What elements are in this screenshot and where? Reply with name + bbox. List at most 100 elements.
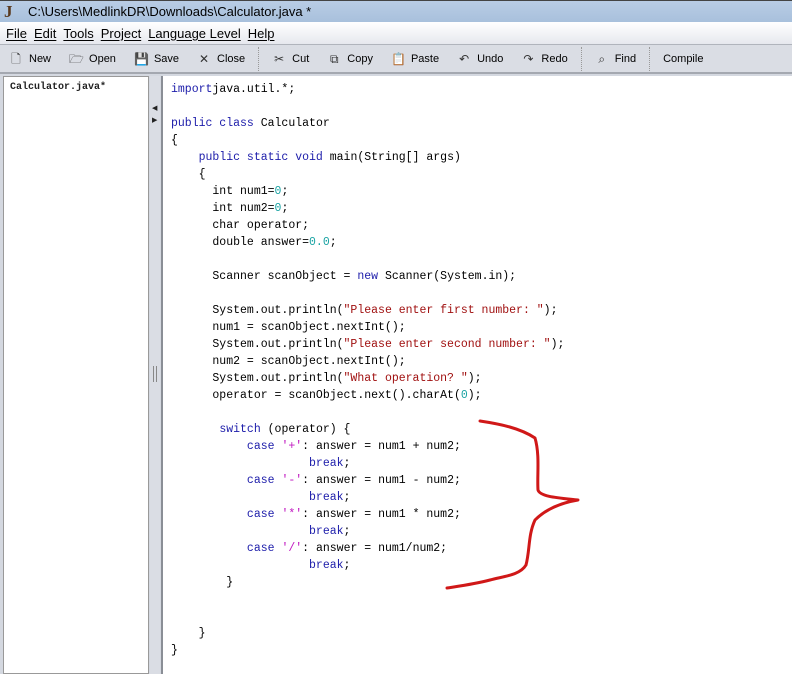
code-token: operator = scanObject.next().charAt( xyxy=(171,389,461,402)
menu-project[interactable]: Project xyxy=(101,26,141,41)
code-token: int num1= xyxy=(171,185,275,198)
code-token: "Please enter second number: " xyxy=(343,338,551,351)
new-file-icon: 🗋 xyxy=(11,51,21,66)
expand-right-arrow-icon[interactable]: ▶ xyxy=(152,116,157,124)
drjava-logo-icon: J xyxy=(4,1,13,21)
redo-button[interactable]: ↷ Redo xyxy=(512,47,576,71)
code-token: num2 = scanObject.nextInt(); xyxy=(171,355,406,368)
code-line: num1 = scanObject.nextInt(); xyxy=(171,319,564,336)
menu-tools[interactable]: Tools xyxy=(63,26,93,41)
code-line: { xyxy=(171,132,564,149)
cut-button[interactable]: ✂ Cut xyxy=(263,47,318,71)
button-label: Find xyxy=(614,52,637,65)
divider-grip[interactable] xyxy=(153,366,157,382)
code-line: char operator; xyxy=(171,217,564,234)
button-label: Undo xyxy=(477,52,504,65)
new-button[interactable]: 🗋 New xyxy=(0,47,60,71)
undo-icon: ↶ xyxy=(459,51,470,66)
code-token: : answer = num1 - num2; xyxy=(302,474,461,487)
copy-icon: ⧉ xyxy=(329,51,339,66)
code-token: } xyxy=(171,627,206,640)
code-token: ); xyxy=(550,338,565,351)
toolbar-separator xyxy=(580,46,582,71)
code-token: ; xyxy=(281,202,289,215)
code-token: double answer= xyxy=(171,236,310,249)
button-label: Redo xyxy=(541,52,568,65)
code-token: public static void xyxy=(198,151,323,164)
code-token: { xyxy=(171,134,178,147)
code-token: import xyxy=(171,83,213,96)
code-line: case '-': answer = num1 - num2; xyxy=(171,472,564,489)
code-token: (operator) { xyxy=(260,423,351,436)
code-line: break; xyxy=(171,557,564,574)
compile-button[interactable]: Compile xyxy=(654,47,712,71)
menu-file[interactable]: File xyxy=(6,26,27,41)
code-line: break; xyxy=(171,489,564,506)
code-line: Scanner scanObject = new Scanner(System.… xyxy=(171,268,564,285)
code-line: case '+': answer = num1 + num2; xyxy=(171,438,564,455)
code-line: { xyxy=(171,166,564,183)
find-button[interactable]: ⌕ Find xyxy=(586,47,645,71)
paste-button[interactable]: 📋 Paste xyxy=(382,47,448,71)
button-label: Compile xyxy=(663,52,704,65)
code-token: case xyxy=(246,440,275,453)
code-token: ); xyxy=(467,372,482,385)
close-button[interactable]: ✕ Close xyxy=(188,47,254,71)
menu-bar: File Edit Tools Project Language Level Help xyxy=(0,22,792,44)
code-token: switch xyxy=(219,423,261,436)
collapse-left-arrow-icon[interactable]: ◀ xyxy=(152,104,157,112)
undo-button[interactable]: ↶ Undo xyxy=(448,47,512,71)
menu-edit[interactable]: Edit xyxy=(34,26,56,41)
code-line: int num1=0; xyxy=(171,183,564,200)
code-line: double answer=0.0; xyxy=(171,234,564,251)
code-text[interactable]: importjava.util.*; public class Calculato… xyxy=(171,81,564,659)
code-token: ; xyxy=(343,559,351,572)
save-button[interactable]: 💾 Save xyxy=(125,47,188,71)
code-token: } xyxy=(171,576,234,589)
code-token: System.out.println( xyxy=(171,338,344,351)
code-line: System.out.println("Please enter first n… xyxy=(171,302,564,319)
code-token: Scanner(System.in); xyxy=(378,270,517,283)
code-token: Calculator xyxy=(253,117,330,130)
open-files-panel: Calculator.java* xyxy=(3,76,149,674)
code-token: ; xyxy=(329,236,337,249)
code-line: System.out.println("What operation? "); xyxy=(171,370,564,387)
code-token: case xyxy=(246,542,275,555)
code-line: importjava.util.*; xyxy=(171,81,564,98)
code-token: 0.0 xyxy=(309,236,330,249)
menu-language-level[interactable]: Language Level xyxy=(148,26,241,41)
button-label: Cut xyxy=(292,52,310,65)
clipboard-icon: 📋 xyxy=(390,51,406,66)
toolbar: 🗋 New 🗁 Open 💾 Save ✕ Close ✂ Cut ⧉ Copy 📋 Paste ↶ Undo… xyxy=(0,44,792,74)
open-button[interactable]: 🗁 Open xyxy=(60,47,125,71)
title-bar: J C:\Users\MedlinkDR\Downloads\Calculato… xyxy=(0,0,792,22)
code-token: case xyxy=(246,508,275,521)
code-editor[interactable]: importjava.util.*; public class Calculato… xyxy=(161,76,792,674)
code-token: "Please enter first number: " xyxy=(343,304,544,317)
code-token: : answer = num1 + num2; xyxy=(302,440,461,453)
code-token: ; xyxy=(343,525,351,538)
code-token: num1 = scanObject.nextInt(); xyxy=(171,321,406,334)
copy-button[interactable]: ⧉ Copy xyxy=(318,47,382,71)
menu-help[interactable]: Help xyxy=(248,26,275,41)
code-token: Scanner scanObject = xyxy=(171,270,358,283)
open-file-item[interactable]: Calculator.java* xyxy=(4,77,148,98)
binoculars-icon: ⌕ xyxy=(598,51,606,66)
code-token: break xyxy=(309,457,344,470)
code-token: ); xyxy=(543,304,558,317)
code-token: public class xyxy=(171,117,254,130)
code-token: new xyxy=(357,270,379,283)
code-token: ; xyxy=(343,457,351,470)
toolbar-separator xyxy=(649,46,651,71)
code-token: java.util.*; xyxy=(212,83,296,96)
code-token: break xyxy=(309,491,344,504)
split-pane-divider[interactable]: ◀ ▶ xyxy=(150,76,160,674)
open-folder-icon: 🗁 xyxy=(69,51,84,66)
